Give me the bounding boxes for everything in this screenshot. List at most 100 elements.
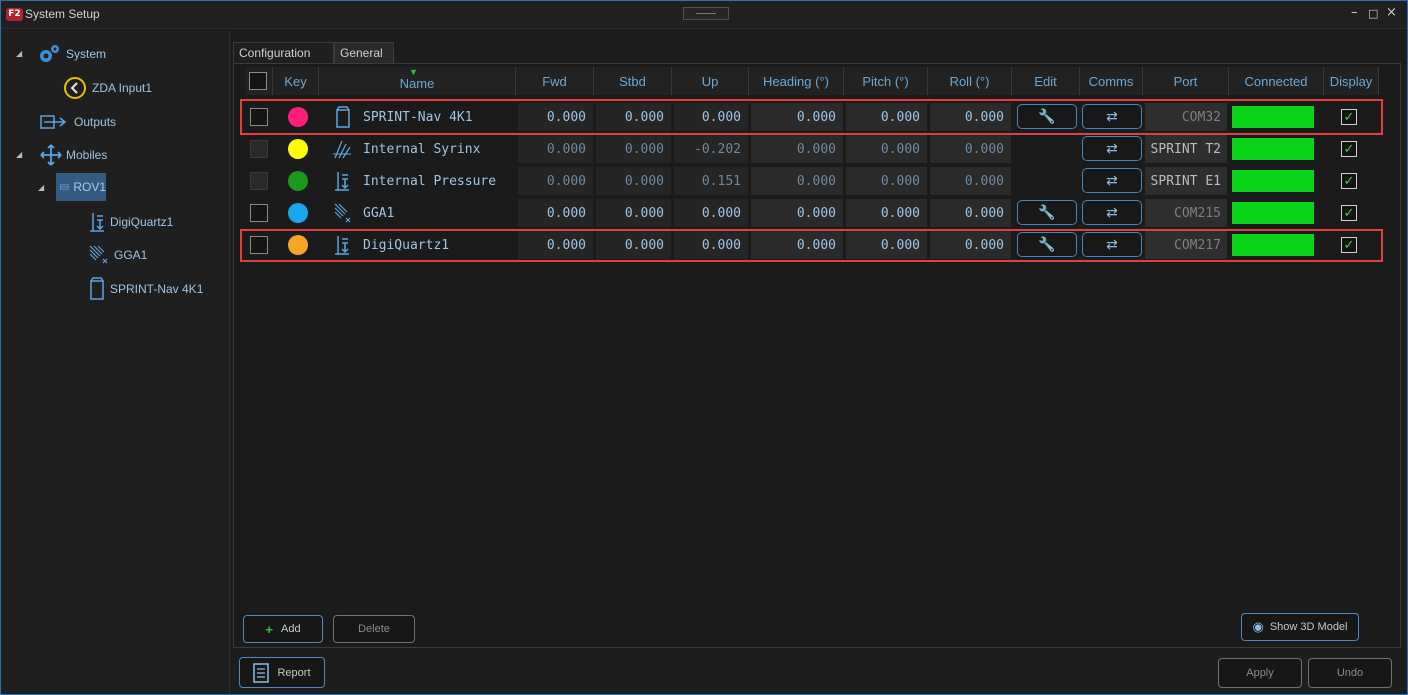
column-header-fwd[interactable]: Fwd bbox=[516, 67, 594, 95]
report-button[interactable]: Report bbox=[239, 657, 325, 688]
row-port: SPRINT T2 bbox=[1145, 135, 1227, 163]
display-checkbox[interactable]: ✓ bbox=[1341, 141, 1357, 157]
display-checkbox[interactable]: ✓ bbox=[1341, 173, 1357, 189]
pressure-sensor-icon bbox=[335, 172, 349, 191]
column-header-comms[interactable]: Comms bbox=[1080, 67, 1143, 95]
row-fwd[interactable]: 0.000 bbox=[518, 199, 593, 227]
show-3d-model-button[interactable]: ◉ Show 3D Model bbox=[1241, 613, 1359, 641]
row-up: 0.151 bbox=[674, 167, 748, 195]
apply-button[interactable]: Apply bbox=[1218, 658, 1302, 688]
row-stbd: 0.000 bbox=[596, 167, 671, 195]
tree-item-label: ROV1 bbox=[73, 180, 106, 194]
column-header-pitch[interactable]: Pitch (°) bbox=[844, 67, 928, 95]
column-header-up[interactable]: Up bbox=[672, 67, 749, 95]
add-button-label: Add bbox=[281, 623, 301, 635]
title-bar: F2 System Setup – □ × bbox=[1, 1, 1407, 29]
tree-item-zda-input1[interactable]: ZDA Input1 bbox=[62, 74, 152, 102]
tree-item-label: SPRINT-Nav 4K1 bbox=[110, 282, 204, 296]
row-fwd: 0.000 bbox=[518, 167, 593, 195]
pressure-sensor-icon bbox=[90, 213, 104, 232]
display-checkbox[interactable]: ✓ bbox=[1341, 205, 1357, 221]
row-select-checkbox[interactable] bbox=[250, 204, 268, 222]
row-port: SPRINT E1 bbox=[1145, 167, 1227, 195]
connected-indicator bbox=[1232, 138, 1314, 160]
tree-item-outputs[interactable]: Outputs bbox=[40, 108, 116, 136]
gear-icon bbox=[40, 45, 59, 62]
row-pitch[interactable]: 0.000 bbox=[846, 199, 927, 227]
key-color-dot[interactable] bbox=[288, 139, 308, 159]
row-stbd[interactable]: 0.000 bbox=[596, 199, 671, 227]
drag-grip-handle[interactable] bbox=[683, 7, 729, 20]
minimize-button[interactable]: – bbox=[1351, 5, 1358, 20]
swap-arrows-icon: ⇄ bbox=[1106, 204, 1118, 221]
report-label: Report bbox=[277, 666, 311, 679]
row-stbd: 0.000 bbox=[596, 135, 671, 163]
select-all-checkbox[interactable] bbox=[249, 72, 267, 90]
expand-arrow-icon[interactable]: ◢ bbox=[38, 183, 44, 192]
tab-general[interactable]: General bbox=[334, 42, 394, 64]
column-header-key[interactable]: Key bbox=[273, 67, 319, 95]
tree-item-rov1[interactable]: ROV1 bbox=[56, 173, 106, 201]
plus-icon: + bbox=[265, 621, 273, 637]
column-header-heading[interactable]: Heading (°) bbox=[749, 67, 844, 95]
tree-item-mobiles[interactable]: Mobiles bbox=[40, 141, 107, 169]
connected-indicator bbox=[1232, 202, 1314, 224]
tree-item-label: System bbox=[66, 47, 107, 61]
swap-arrows-icon: ⇄ bbox=[1106, 140, 1118, 157]
row-heading[interactable]: 0.000 bbox=[751, 199, 843, 227]
sidebar-tree: ◢ System ZDA Input1 Outputs ◢ Mobiles ◢ … bbox=[2, 30, 230, 694]
column-header-port[interactable]: Port bbox=[1143, 67, 1229, 95]
expand-arrow-icon[interactable]: ◢ bbox=[16, 150, 22, 159]
column-header-name[interactable]: ▼ Name bbox=[319, 67, 516, 95]
row-select-checkbox bbox=[250, 140, 268, 158]
column-header-edit[interactable]: Edit bbox=[1012, 67, 1080, 95]
column-header-roll[interactable]: Roll (°) bbox=[928, 67, 1012, 95]
row-name: Internal Pressure bbox=[363, 173, 497, 189]
row-pitch: 0.000 bbox=[846, 167, 927, 195]
row-name: GGA1 bbox=[363, 205, 395, 221]
tree-item-gga1[interactable]: GGA1 bbox=[88, 241, 147, 269]
close-button[interactable]: × bbox=[1386, 5, 1397, 20]
row-heading: 0.000 bbox=[751, 167, 843, 195]
window-title: System Setup bbox=[25, 7, 100, 21]
column-header-display[interactable]: Display bbox=[1324, 67, 1379, 95]
row-port: COM215 bbox=[1145, 199, 1227, 227]
delete-button[interactable]: Delete bbox=[333, 615, 415, 643]
undo-button[interactable]: Undo bbox=[1308, 658, 1392, 688]
key-color-dot[interactable] bbox=[288, 203, 308, 223]
comms-button[interactable]: ⇄ bbox=[1082, 136, 1142, 161]
edit-wrench-button[interactable]: 🔧 bbox=[1017, 200, 1077, 225]
row-fwd: 0.000 bbox=[518, 135, 593, 163]
select-all-header bbox=[245, 67, 273, 95]
add-button[interactable]: + Add bbox=[243, 615, 323, 643]
expand-arrow-icon[interactable]: ◢ bbox=[16, 49, 22, 58]
tab-configuration[interactable]: Configuration bbox=[233, 42, 334, 64]
syrinx-icon bbox=[333, 140, 351, 159]
tree-item-label: DigiQuartz1 bbox=[110, 215, 174, 229]
row-up: -0.202 bbox=[674, 135, 748, 163]
table-row[interactable]: Internal Pressure 0.000 0.000 0.151 0.00… bbox=[245, 165, 1381, 197]
column-header-stbd[interactable]: Stbd bbox=[594, 67, 672, 95]
row-up[interactable]: 0.000 bbox=[674, 199, 748, 227]
clock-icon bbox=[64, 77, 86, 99]
tree-item-digiquartz1[interactable]: DigiQuartz1 bbox=[88, 208, 173, 236]
comms-button[interactable]: ⇄ bbox=[1082, 168, 1142, 193]
row-roll[interactable]: 0.000 bbox=[930, 199, 1011, 227]
highlight-box bbox=[240, 229, 1383, 262]
tree-item-label: Mobiles bbox=[66, 148, 108, 162]
connected-indicator bbox=[1232, 170, 1314, 192]
highlight-box bbox=[240, 99, 1383, 135]
table-row[interactable]: Internal Syrinx 0.000 0.000 -0.202 0.000… bbox=[245, 133, 1381, 165]
table-row[interactable]: GGA1 0.000 0.000 0.000 0.000 0.000 0.000… bbox=[245, 197, 1381, 229]
rov-icon bbox=[60, 184, 70, 190]
comms-button[interactable]: ⇄ bbox=[1082, 200, 1142, 225]
tree-item-system[interactable]: System bbox=[36, 40, 106, 68]
column-header-connected[interactable]: Connected bbox=[1229, 67, 1324, 95]
key-color-dot[interactable] bbox=[288, 171, 308, 191]
row-select-checkbox bbox=[250, 172, 268, 190]
maximize-button[interactable]: □ bbox=[1368, 7, 1378, 20]
document-icon bbox=[253, 662, 270, 683]
wrench-icon: 🔧 bbox=[1038, 204, 1056, 221]
tree-item-sprint-nav-4k1[interactable]: SPRINT-Nav 4K1 bbox=[88, 275, 203, 303]
swap-arrows-icon: ⇄ bbox=[1106, 172, 1118, 189]
